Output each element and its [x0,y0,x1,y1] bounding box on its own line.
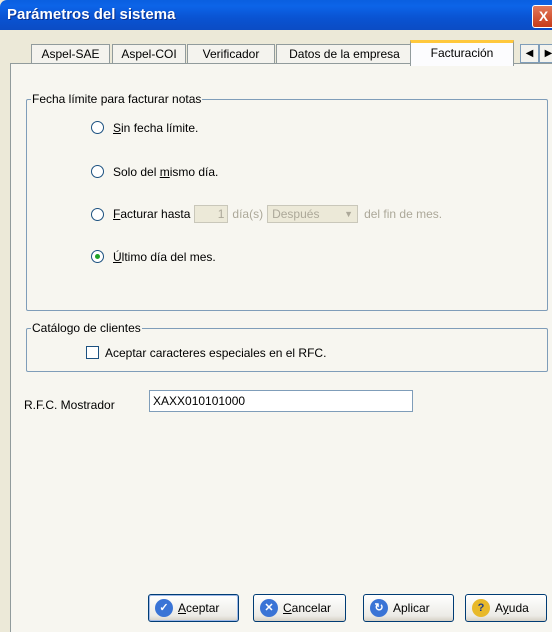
radio-button[interactable] [91,165,104,179]
chevron-down-icon[interactable]: ▼ [341,207,356,221]
tab-strip: Aspel-SAE Aspel-COI Verificador Datos de… [0,38,552,66]
rfc-mostrador-input[interactable]: XAXX010101000 [149,390,413,412]
radio-label: acturar hasta [120,207,191,221]
access-key: m [159,164,170,179]
checkbox-caracteres-especiales[interactable]: Aceptar caracteres especiales en el RFC. [86,345,326,360]
button-label: ancelar [291,601,332,615]
ayuda-button[interactable]: ? Ayuda [465,594,547,622]
aceptar-button[interactable]: ✓ Aceptar [148,594,239,622]
radio-button-checked[interactable] [91,250,104,264]
days-input[interactable]: 1 [194,205,229,223]
access-key: A [178,601,187,615]
rfc-mostrador-label: R.F.C. Mostrador [24,398,115,412]
catalogo-clientes-legend: Catálogo de clientes [31,321,142,335]
fecha-limite-legend: Fecha límite para facturar notas [31,92,203,106]
access-key: C [283,601,292,615]
tab-aspel-coi[interactable]: Aspel-COI [112,44,186,63]
button-label-prefix: A [495,601,503,615]
title-bar: Parámetros del sistema X [0,0,552,30]
tab-datos-empresa[interactable]: Datos de la empresa [276,44,413,63]
when-select-value: Después [272,207,320,221]
radio-facturar-hasta[interactable]: Facturar hasta 1 día(s) Después ▼ del fin de … [91,205,442,223]
x-icon: ✕ [260,599,278,617]
arrow-right-icon: ▶ [544,48,552,59]
radio-button[interactable] [91,207,104,221]
tab-panel-facturacion: Fecha límite para facturar notas Sin fec… [10,63,552,632]
refresh-icon: ↻ [370,599,388,617]
button-label: Aplicar [393,601,430,615]
fecha-limite-group: Fecha límite para facturar notas Sin fec… [26,92,548,311]
days-label: día(s) [232,207,264,221]
tab-aspel-sae[interactable]: Aspel-SAE [31,44,110,63]
aplicar-button[interactable]: ↻ Aplicar [363,594,454,622]
access-key: S [113,120,122,135]
close-icon: X [538,8,549,24]
tab-verificador[interactable]: Verificador [187,44,275,63]
check-icon: ✓ [155,599,173,617]
catalogo-clientes-group: Catálogo de clientes Aceptar caracteres … [26,321,548,372]
button-label: ceptar [186,601,220,615]
radio-label: in fecha límite. [121,120,199,135]
window-title: Parámetros del sistema [7,6,176,23]
tab-scroll-left-button[interactable]: ◀ [520,44,539,63]
radio-solo-mismo-dia[interactable]: Solo del mismo día. [91,164,218,179]
fin-de-mes-label: del fin de mes. [364,207,443,221]
radio-label-prefix: Solo del [113,164,160,179]
button-label: uda [508,601,529,615]
close-button[interactable]: X [532,5,552,28]
tab-scroll-right-button[interactable]: ▶ [539,44,552,63]
access-key: Ú [113,249,122,264]
cancelar-button[interactable]: ✕ Cancelar [253,594,346,622]
radio-ultimo-dia[interactable]: Último día del mes. [91,249,216,264]
checkbox[interactable] [86,346,99,360]
radio-sin-fecha[interactable]: Sin fecha límite. [91,120,198,135]
radio-label: ismo día. [169,164,219,179]
tab-facturacion[interactable]: Facturación [410,40,514,66]
radio-label: ltimo día del mes. [121,249,216,264]
radio-button[interactable] [91,121,104,135]
help-icon: ? [472,599,490,617]
arrow-left-icon: ◀ [525,48,534,59]
when-select[interactable]: Después ▼ [267,205,359,223]
checkbox-label: Aceptar caracteres especiales en el RFC. [105,345,327,360]
